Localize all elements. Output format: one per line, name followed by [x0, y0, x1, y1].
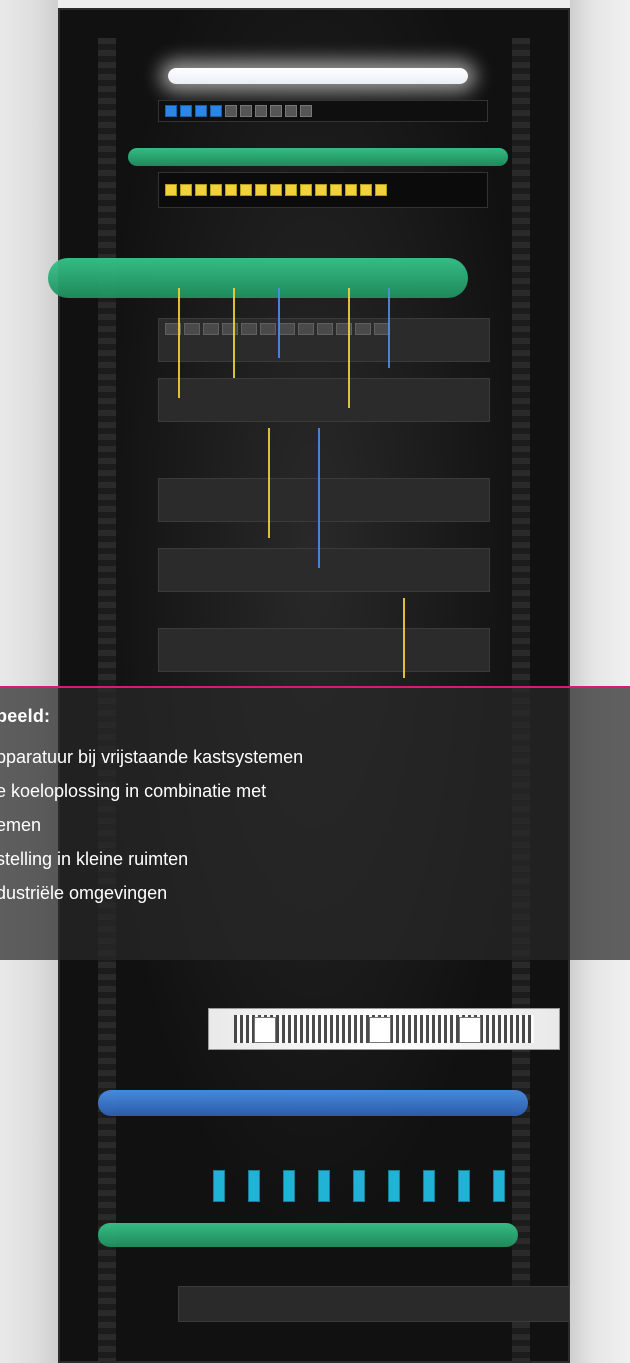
fiber-connector-icon — [458, 1170, 470, 1202]
fan-slot-icon — [459, 1017, 481, 1043]
blue-cable — [388, 288, 390, 368]
accent-divider — [0, 686, 630, 688]
patch-port-icon — [210, 184, 222, 196]
network-switch — [158, 318, 490, 362]
fiber-connector-icon — [493, 1170, 505, 1202]
patch-port-icon — [285, 105, 297, 117]
switch-port-row — [159, 319, 489, 339]
patch-port-icon — [255, 184, 267, 196]
overlay-bullet: pparatuur bij vrijstaande kastsystemen — [0, 747, 304, 767]
fiber-connector-icon — [283, 1170, 295, 1202]
overlay-bullet: dustriële omgevingen — [0, 883, 168, 903]
switch-port-icon — [203, 323, 219, 335]
network-switch — [158, 478, 490, 522]
patch-port-icon — [240, 105, 252, 117]
switch-port-icon — [241, 323, 257, 335]
patch-port-icon — [195, 184, 207, 196]
patch-port-icon — [165, 184, 177, 196]
yellow-cable — [268, 428, 270, 538]
network-switch — [158, 628, 490, 672]
overlay-bullet: emen — [0, 815, 42, 835]
fiber-connector-icon — [248, 1170, 260, 1202]
cable-bundle-green — [48, 258, 468, 298]
yellow-cable — [178, 288, 180, 398]
patch-port-icon — [345, 184, 357, 196]
fan-slot-icon — [369, 1017, 391, 1043]
switch-port-icon — [317, 323, 333, 335]
cable-bundle-green — [98, 1223, 518, 1247]
switch-port-icon — [184, 323, 200, 335]
fiber-connector-icon — [318, 1170, 330, 1202]
overlay-bullet: stelling in kleine ruimten — [0, 849, 189, 869]
fiber-connector-icon — [180, 105, 192, 117]
patch-port-icon — [360, 184, 372, 196]
patch-port-icon — [255, 105, 267, 117]
fiber-connector-icon — [210, 105, 222, 117]
yellow-cable — [403, 598, 405, 678]
wall-right — [570, 0, 630, 1363]
blue-cable — [278, 288, 280, 358]
fiber-connector-icon — [353, 1170, 365, 1202]
fiber-connector-icon — [423, 1170, 435, 1202]
fan-slot-icon — [254, 1017, 276, 1043]
fiber-connector-row — [208, 1158, 538, 1218]
network-switch — [158, 378, 490, 422]
switch-port-icon — [222, 323, 238, 335]
switch-port-icon — [298, 323, 314, 335]
patch-port-icon — [240, 184, 252, 196]
patch-port-icon — [270, 184, 282, 196]
overlay-bullet: e koeloplossing in combinatie met — [0, 781, 267, 801]
switch-port-icon — [355, 323, 371, 335]
switch-port-icon — [260, 323, 276, 335]
switch-port-icon — [279, 323, 295, 335]
yellow-cable — [233, 288, 235, 378]
patch-port-icon — [330, 184, 342, 196]
yellow-patch-panel — [158, 172, 488, 208]
bottom-tray — [178, 1286, 570, 1322]
wall-left — [0, 0, 58, 1363]
patch-port-icon — [225, 184, 237, 196]
cable-bundle-green — [128, 148, 508, 166]
info-overlay — [0, 688, 630, 960]
overlay-heading: beeld: — [0, 706, 51, 726]
patch-port-icon — [180, 184, 192, 196]
patch-port-icon — [315, 184, 327, 196]
fiber-connector-icon — [165, 105, 177, 117]
patch-port-icon — [225, 105, 237, 117]
network-switch — [158, 548, 490, 592]
ventilation-panel — [208, 1008, 560, 1050]
fiber-connector-icon — [213, 1170, 225, 1202]
cabinet-light — [168, 68, 468, 84]
blue-cable — [318, 428, 320, 568]
patch-port-icon — [375, 184, 387, 196]
fiber-connector-row — [158, 100, 488, 122]
patch-port-icon — [300, 184, 312, 196]
patch-port-icon — [300, 105, 312, 117]
fiber-connector-icon — [195, 105, 207, 117]
patch-port-icon — [270, 105, 282, 117]
rack-photo: beeld: pparatuur bij vrijstaande kastsys… — [0, 0, 630, 1363]
cable-bundle-blue — [98, 1090, 528, 1116]
yellow-cable — [348, 288, 350, 408]
fiber-connector-icon — [388, 1170, 400, 1202]
patch-port-icon — [285, 184, 297, 196]
